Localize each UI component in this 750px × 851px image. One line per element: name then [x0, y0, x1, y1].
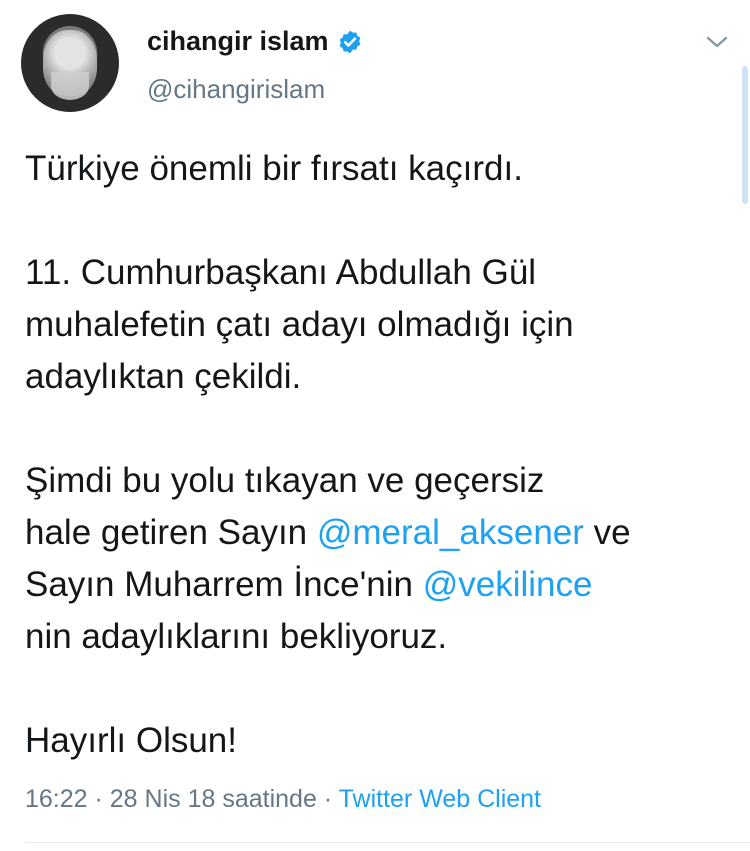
chevron-down-icon[interactable] — [704, 32, 730, 52]
tweet-meta: 16:22 · 28 Nis 18 saatinde · Twitter Web… — [25, 785, 541, 814]
divider — [25, 842, 750, 843]
avatar-beard — [51, 72, 89, 100]
verified-badge-icon — [339, 30, 360, 53]
user-handle[interactable]: @cihangirislam — [147, 74, 325, 105]
tweet-line: 11. Cumhurbaşkanı Abdullah Gül — [25, 253, 537, 292]
client-link[interactable]: Twitter Web Client — [339, 785, 541, 813]
timestamp[interactable]: 16:22 · 28 Nis 18 saatinde · — [25, 785, 339, 813]
mention-link[interactable]: @meral_aksener — [317, 513, 584, 552]
tweet-header: cihangir islam @cihangirislam — [0, 0, 750, 204]
tweet-line: Sayın Muharrem İnce'nin @vekilince — [25, 559, 725, 611]
tweet-text: Türkiye önemli bir fırsatı kaçırdı. 11. … — [25, 143, 725, 767]
user-name[interactable]: cihangir islam — [147, 26, 329, 57]
tweet-text-segment: Sayın Muharrem İnce'nin — [25, 565, 423, 604]
tweet-line: Şimdi bu yolu tıkayan ve geçersiz — [25, 461, 545, 500]
tweet-line: muhalefetin çatı adayı olmadığı için — [25, 305, 574, 344]
tweet-text-segment: hale getiren Sayın — [25, 513, 317, 552]
tweet-line: Hayırlı Olsun! — [25, 721, 237, 760]
tweet-line: adaylıktan çekildi. — [25, 357, 302, 396]
tweet-line: hale getiren Sayın @meral_aksener ve — [25, 507, 725, 559]
tweet-text-segment: ve — [583, 513, 631, 552]
tweet-line: nin adaylıklarını bekliyoruz. — [25, 617, 448, 656]
scrollbar[interactable] — [742, 66, 748, 204]
user-name-row[interactable]: cihangir islam — [147, 26, 363, 57]
avatar[interactable] — [21, 14, 119, 112]
tweet-line: Türkiye önemli bir fırsatı kaçırdı. — [25, 149, 523, 188]
mention-link[interactable]: @vekilince — [423, 565, 593, 604]
